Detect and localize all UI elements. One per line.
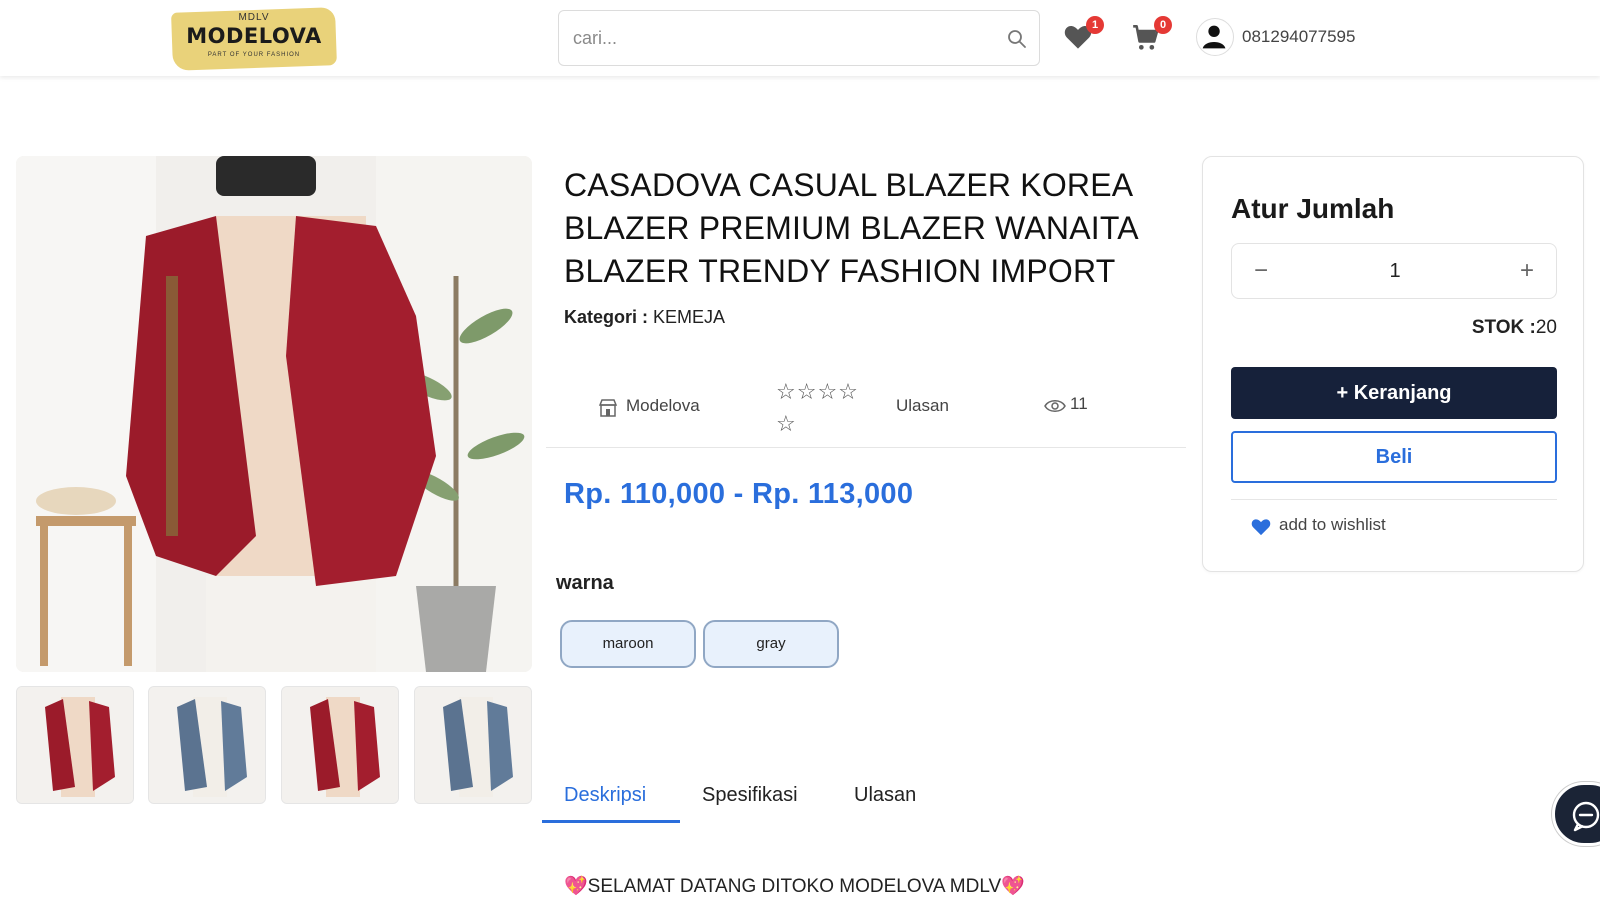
thumbnail-photo xyxy=(17,687,133,803)
tab-deskripsi[interactable]: Deskripsi xyxy=(564,784,646,807)
stock-info: STOK :20 xyxy=(1472,317,1557,339)
heart-icon xyxy=(1251,519,1271,536)
thumbnail-photo xyxy=(282,687,398,803)
quantity-stepper: − + xyxy=(1231,243,1557,299)
thumbnail-2[interactable] xyxy=(148,686,266,804)
category-value[interactable]: KEMEJA xyxy=(653,307,725,327)
cart-header-button[interactable]: 0 xyxy=(1132,16,1172,56)
thumbnail-4[interactable] xyxy=(414,686,532,804)
avatar[interactable] xyxy=(1196,18,1234,56)
variant-chip-gray[interactable]: gray xyxy=(703,620,839,668)
product-category: Kategori : KEMEJA xyxy=(564,307,725,328)
stock-label: STOK : xyxy=(1471,317,1536,338)
logo-brand-text: MODELOVA xyxy=(186,24,322,48)
active-tab-indicator xyxy=(542,820,680,823)
user-icon xyxy=(1202,25,1226,49)
variant-label: warna xyxy=(556,572,614,594)
category-label: Kategori : xyxy=(564,307,649,327)
product-thumbnails xyxy=(16,686,532,806)
product-meta-row: Modelova ☆☆☆☆ ☆ Ulasan 11 xyxy=(546,372,1186,448)
review-label[interactable]: Ulasan xyxy=(896,396,949,416)
view-count: 11 xyxy=(1070,394,1088,413)
tab-spesifikasi[interactable]: Spesifikasi xyxy=(702,784,798,807)
store-name[interactable]: Modelova xyxy=(626,396,700,416)
eye-icon xyxy=(1044,400,1066,412)
thumbnail-3[interactable] xyxy=(281,686,399,804)
logo-top-text: MDLV xyxy=(238,12,270,23)
thumbnail-1[interactable] xyxy=(16,686,134,804)
thumbnail-photo xyxy=(149,687,265,803)
purchase-panel: Atur Jumlah − + STOK :20 + Keranjang Bel… xyxy=(1202,156,1584,572)
add-to-wishlist-link[interactable]: add to wishlist xyxy=(1279,515,1386,535)
store-icon xyxy=(598,399,618,417)
tab-ulasan[interactable]: Ulasan xyxy=(854,784,916,807)
blazer-photo xyxy=(16,156,532,672)
variant-chip-maroon[interactable]: maroon xyxy=(560,620,696,668)
add-to-cart-button[interactable]: + Keranjang xyxy=(1231,367,1557,419)
panel-title: Atur Jumlah xyxy=(1231,193,1395,224)
search-box xyxy=(558,10,1040,66)
search-input[interactable] xyxy=(573,25,973,51)
product-tabs: Deskripsi Spesifikasi Ulasan xyxy=(542,776,1182,826)
search-icon[interactable] xyxy=(1007,29,1027,49)
cart-count-badge: 0 xyxy=(1154,16,1172,34)
rating-stars-icon: ☆☆☆☆ ☆ xyxy=(776,379,859,436)
chat-button[interactable] xyxy=(1552,782,1600,846)
logo-tagline: PART OF YOUR FASHION xyxy=(207,52,301,58)
increase-quantity-button[interactable]: + xyxy=(1512,256,1542,286)
thumbnail-photo xyxy=(415,687,531,803)
wishlist-header-button[interactable]: 1 xyxy=(1064,16,1104,56)
chat-bubble-icon xyxy=(1572,801,1600,832)
buy-button[interactable]: Beli xyxy=(1231,431,1557,483)
wishlist-count-badge: 1 xyxy=(1086,16,1104,34)
user-phone[interactable]: 081294077595 xyxy=(1242,27,1355,47)
modelova-logo[interactable]: MDLV MODELOVA PART OF YOUR FASHION xyxy=(171,6,337,71)
top-navbar: MDLV MODELOVA PART OF YOUR FASHION 1 0 0… xyxy=(0,0,1600,76)
product-price: Rp. 110,000 - Rp. 113,000 xyxy=(564,478,914,510)
description-text: 💖SELAMAT DATANG DITOKO MODELOVA MDLV💖 xyxy=(564,876,1025,897)
quantity-input[interactable] xyxy=(1352,260,1438,283)
stock-value: 20 xyxy=(1535,317,1557,338)
panel-divider xyxy=(1231,499,1557,500)
product-title: CASADOVA CASUAL BLAZER KOREA BLAZER PREM… xyxy=(564,167,1138,289)
decrease-quantity-button[interactable]: − xyxy=(1246,256,1276,286)
product-main-image[interactable] xyxy=(16,156,532,672)
